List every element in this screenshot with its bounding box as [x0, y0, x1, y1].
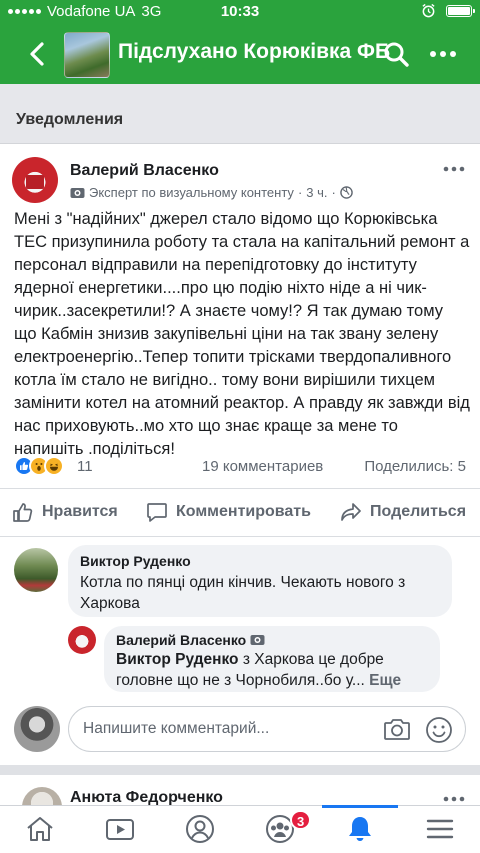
avatar[interactable]	[22, 787, 62, 805]
comment-author[interactable]: Виктор Руденко	[80, 553, 440, 569]
post-author[interactable]: Анюта Федорченко	[70, 789, 223, 805]
comment-label: Комментировать	[176, 503, 311, 520]
group-header-bar: Підслухано Корюківка ФБ	[0, 24, 480, 84]
post-author-badge: Эксперт по визуальному контенту	[89, 185, 294, 200]
hamburger-menu-icon	[426, 819, 454, 839]
next-post-card: Анюта Федорченко	[0, 775, 480, 805]
group-title[interactable]: Підслухано Корюківка ФБ	[118, 40, 390, 64]
reply-author[interactable]: Валерий Власенко	[116, 632, 246, 648]
video-icon	[106, 819, 134, 840]
notifications-label: Уведомления	[16, 111, 124, 128]
expert-badge-icon	[70, 187, 85, 198]
post-card: Валерий Власенко Эксперт по визуальному …	[0, 145, 480, 765]
reply-author-row: Валерий Власенко	[116, 632, 428, 648]
avatar[interactable]	[12, 157, 58, 203]
haha-reaction-icon	[44, 456, 64, 476]
post-options-icon[interactable]	[442, 165, 466, 173]
status-bar: Vodafone UA 3G 10:33	[0, 0, 480, 24]
post-options-icon[interactable]	[442, 795, 466, 803]
post-author[interactable]: Валерий Власенко	[70, 162, 219, 180]
post-meta: Эксперт по визуальному контенту · 3 ч. ·	[70, 185, 353, 200]
status-right	[421, 3, 475, 18]
comment-button[interactable]: Комментировать	[146, 501, 311, 523]
globe-icon	[340, 186, 353, 199]
search-icon[interactable]	[383, 41, 409, 67]
post-actions: Нравится Комментировать Поделиться	[0, 488, 480, 536]
bell-icon	[349, 817, 371, 841]
post-body-text: Мені з "надійних" джерел стало відомо що…	[14, 210, 470, 458]
comment-icon	[147, 503, 167, 522]
divider	[0, 536, 480, 537]
reply-mention[interactable]: Виктор Руденко	[116, 651, 239, 668]
tab-profile[interactable]	[184, 814, 216, 844]
thumbs-up-icon	[13, 503, 33, 522]
notifications-header: Уведомления	[0, 84, 480, 144]
active-tab-indicator	[322, 805, 398, 808]
feed-separator	[0, 765, 480, 775]
share-button[interactable]: Поделиться	[340, 501, 466, 523]
avatar[interactable]	[68, 626, 96, 654]
comment-text: Котла по пянці один кінчив. Чекають ново…	[80, 574, 406, 612]
like-button[interactable]: Нравится	[12, 501, 118, 523]
battery-icon	[446, 4, 475, 17]
post-time[interactable]: 3 ч.	[306, 185, 327, 200]
comments-count[interactable]: 19 комментариев	[202, 458, 323, 475]
group-cover-thumbnail[interactable]	[64, 32, 110, 78]
alarm-icon	[422, 3, 435, 18]
expert-badge-icon	[250, 635, 265, 645]
post-stats: 11 19 комментариев Поделились: 5	[14, 456, 466, 478]
bottom-tab-bar: 3	[0, 805, 480, 853]
groups-badge: 3	[290, 810, 312, 830]
tab-watch[interactable]	[104, 814, 136, 844]
reaction-summary[interactable]	[14, 456, 64, 476]
comment-input[interactable]	[83, 707, 373, 751]
more-icon[interactable]	[428, 42, 458, 66]
like-label: Нравится	[42, 503, 118, 520]
reply-text-row: Виктор Руденко з Харкова це добре головн…	[116, 649, 428, 691]
back-arrow-icon[interactable]	[24, 40, 52, 68]
profile-icon	[186, 815, 214, 843]
home-icon	[27, 817, 53, 841]
tab-menu[interactable]	[424, 814, 456, 844]
camera-icon[interactable]	[383, 716, 411, 742]
tab-notifications[interactable]	[344, 814, 376, 844]
avatar	[14, 706, 60, 752]
comment-input-box[interactable]	[68, 706, 466, 752]
clock: 10:33	[220, 3, 260, 20]
shares-count[interactable]: Поделились: 5	[364, 458, 466, 475]
reactions-count[interactable]: 11	[77, 458, 93, 475]
share-label: Поделиться	[370, 503, 467, 520]
dot-separator: ·	[297, 185, 303, 200]
emoji-icon[interactable]	[425, 716, 453, 744]
dot-separator: ·	[331, 185, 336, 200]
see-more-link[interactable]: Еще	[369, 672, 401, 689]
comment-bubble[interactable]: Виктор Руденко Котла по пянці один кінчи…	[68, 545, 452, 617]
avatar[interactable]	[14, 548, 58, 592]
share-icon	[341, 503, 361, 521]
reply-bubble[interactable]: Валерий Власенко Виктор Руденко з Харков…	[104, 626, 440, 692]
tab-home[interactable]	[24, 814, 56, 844]
